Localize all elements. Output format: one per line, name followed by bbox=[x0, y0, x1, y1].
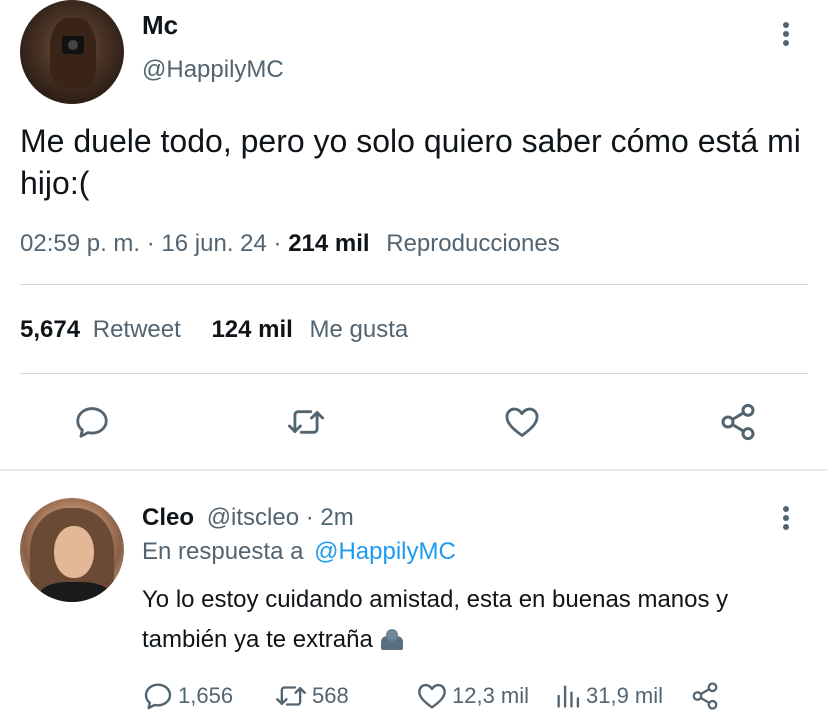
reply-button[interactable] bbox=[70, 400, 114, 444]
reply-replies-count: 1,656 bbox=[178, 683, 234, 708]
reply-text-container: Yo lo estoy cuidando amistad, esta en bu… bbox=[142, 580, 782, 660]
reply-views-button[interactable]: 31,9 mil bbox=[554, 676, 663, 714]
views-icon bbox=[557, 685, 580, 708]
reply-icon bbox=[144, 683, 172, 710]
views-label: Reproducciones bbox=[386, 230, 560, 257]
reply-views-count: 31,9 mil bbox=[586, 683, 664, 708]
reply-avatar[interactable] bbox=[20, 498, 124, 602]
more-options-icon[interactable] bbox=[782, 22, 790, 48]
tweet-stats: 5,674 Retweet 124 mil Me gusta bbox=[20, 316, 408, 344]
reply-share-button[interactable] bbox=[690, 676, 724, 714]
reply-like-button[interactable]: 12,3 mil bbox=[416, 676, 529, 714]
separator-dot: · bbox=[146, 230, 162, 257]
reply-reply-button[interactable]: 1,656 bbox=[142, 676, 233, 714]
like-button[interactable] bbox=[500, 400, 544, 444]
reply-display-name[interactable]: Cleo bbox=[142, 504, 194, 531]
section-separator bbox=[0, 469, 828, 471]
tweet-time[interactable]: 02:59 p. m. bbox=[20, 230, 140, 257]
heart-icon bbox=[418, 683, 446, 709]
user-handle[interactable]: @HappilyMC bbox=[142, 56, 284, 84]
main-tweet: Mc @HappilyMC Me duele todo, pero yo sol… bbox=[0, 0, 828, 470]
camera-shape bbox=[62, 36, 84, 54]
heart-icon bbox=[505, 407, 539, 437]
retweet-button[interactable] bbox=[284, 400, 328, 444]
avatar-face bbox=[54, 526, 94, 578]
avatar[interactable] bbox=[20, 0, 124, 104]
retweets-count[interactable]: 5,674 bbox=[20, 316, 80, 343]
likes-count[interactable]: 124 mil bbox=[211, 316, 292, 343]
reply-age[interactable]: 2m bbox=[320, 504, 353, 531]
display-name[interactable]: Mc bbox=[142, 10, 178, 41]
share-icon bbox=[692, 682, 718, 710]
avatar-shirt bbox=[40, 582, 110, 602]
reply-text: Yo lo estoy cuidando amistad, esta en bu… bbox=[142, 586, 729, 653]
likes-label[interactable]: Me gusta bbox=[310, 316, 409, 343]
retweets-label[interactable]: Retweet bbox=[93, 316, 181, 343]
replying-to: En respuesta a @HappilyMC bbox=[142, 538, 456, 566]
reply-likes-count: 12,3 mil bbox=[452, 683, 530, 708]
reply-retweet-button[interactable]: 568 bbox=[274, 676, 349, 714]
views-count: 214 mil bbox=[288, 230, 370, 257]
retweet-icon bbox=[287, 410, 325, 434]
reply-retweets-count: 568 bbox=[312, 683, 349, 708]
share-button[interactable] bbox=[716, 400, 760, 444]
tweet-meta: 02:59 p. m. · 16 jun. 24 · 214 mil Repro… bbox=[20, 230, 560, 258]
share-icon bbox=[721, 403, 755, 441]
divider bbox=[20, 373, 808, 374]
retweet-icon bbox=[276, 686, 306, 706]
reply-header: Cleo @itscleo · 2m bbox=[142, 504, 354, 532]
separator-dot: · bbox=[305, 504, 321, 531]
divider bbox=[20, 284, 808, 285]
reply-more-options-icon[interactable] bbox=[782, 506, 790, 532]
reply-to-link[interactable]: @HappilyMC bbox=[314, 538, 456, 565]
reply-prefix: En respuesta a bbox=[142, 538, 304, 565]
reply-actions: 1,656 568 12,3 mil 31,9 mil bbox=[142, 676, 742, 714]
tweet-date[interactable]: 16 jun. 24 bbox=[161, 230, 266, 257]
reply-handle[interactable]: @itscleo bbox=[207, 504, 299, 531]
busts-in-silhouette-icon bbox=[379, 628, 405, 650]
reply-icon bbox=[76, 407, 108, 438]
separator-dot: · bbox=[273, 230, 289, 257]
tweet-text: Me duele todo, pero yo solo quiero saber… bbox=[20, 123, 801, 201]
